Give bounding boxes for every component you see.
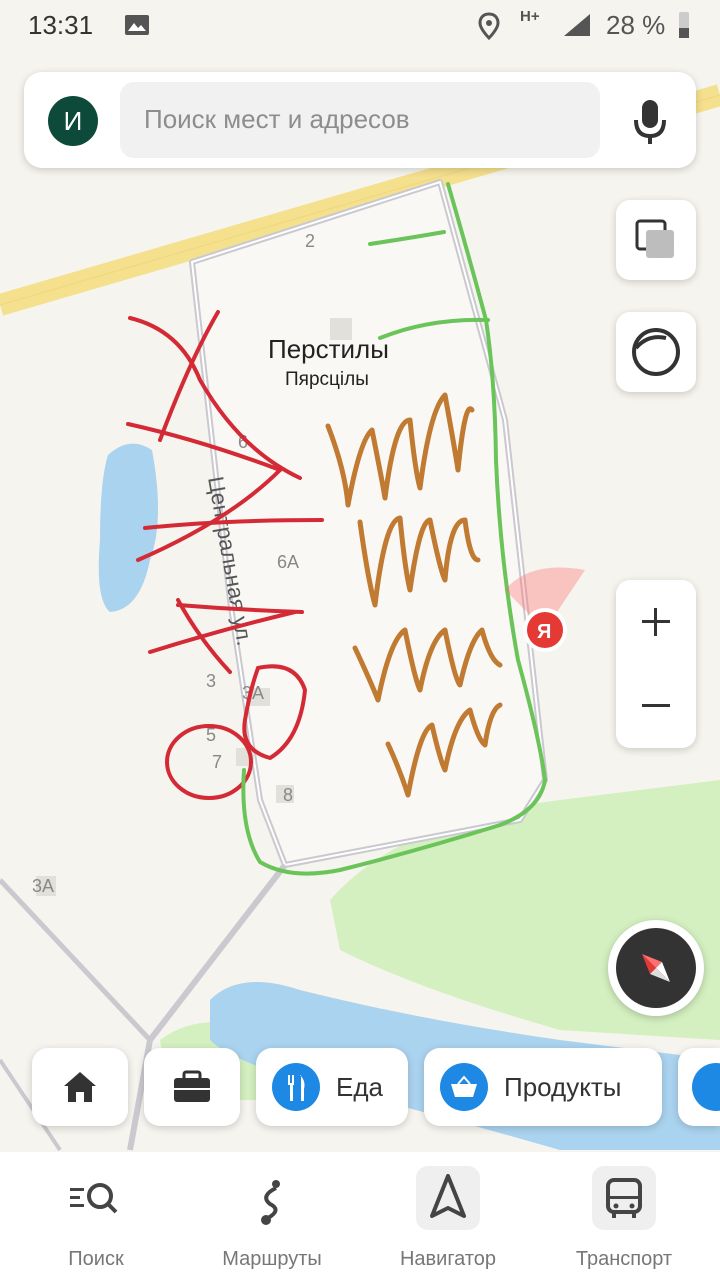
house-number: 3А (32, 876, 54, 896)
battery-percent: 28 % (606, 10, 666, 40)
gallery-icon (125, 15, 149, 35)
routes-icon (261, 1180, 280, 1225)
place-name: Перстилы (268, 334, 389, 364)
nav-search[interactable]: Поиск (6, 1152, 186, 1280)
nav-navigator-label: Навигатор (399, 1248, 497, 1270)
minus-icon (642, 704, 670, 707)
search-list-icon (70, 1183, 118, 1214)
network-type-icon: H+ (520, 8, 540, 25)
location-icon (478, 12, 500, 40)
layers-icon (635, 219, 674, 258)
groceries-chip-label: Продукты (504, 1072, 622, 1102)
alice-assistant-button[interactable] (616, 312, 696, 392)
more-chip[interactable] (678, 1048, 720, 1126)
zoom-in-button[interactable] (616, 580, 696, 664)
basket-icon (440, 1063, 488, 1111)
nav-transport[interactable]: Транспорт (534, 1152, 714, 1280)
home-chip[interactable] (32, 1048, 128, 1126)
search-placeholder: Поиск мест и адресов (144, 104, 410, 134)
compass-button[interactable] (608, 920, 704, 1016)
work-chip[interactable] (144, 1048, 240, 1126)
alice-icon (632, 328, 680, 376)
zoom-out-button[interactable] (616, 664, 696, 748)
nav-search-label: Поиск (68, 1248, 124, 1270)
house-number: 6А (277, 552, 299, 572)
bottom-navigation: Поиск Маршруты Навигатор Транспорт (0, 1152, 720, 1280)
house-number: 3 (206, 671, 216, 691)
food-chip-label: Еда (336, 1072, 383, 1102)
zoom-controls (616, 580, 696, 748)
user-avatar[interactable]: И (48, 96, 98, 146)
bus-icon (592, 1166, 656, 1230)
search-input[interactable]: Поиск мест и адресов (120, 82, 600, 158)
briefcase-icon (174, 1070, 210, 1102)
battery-icon (679, 12, 689, 38)
nav-transport-label: Транспорт (575, 1248, 673, 1270)
house-number: 8 (283, 785, 293, 805)
groceries-chip[interactable]: Продукты (424, 1048, 662, 1126)
signal-icon (564, 14, 590, 36)
place-name-secondary: Пярсцiлы (285, 369, 369, 390)
search-bar: И Поиск мест и адресов (24, 72, 696, 168)
home-icon (64, 1072, 96, 1102)
nav-routes[interactable]: Маршруты (182, 1152, 362, 1280)
layers-button[interactable] (616, 200, 696, 280)
status-time: 13:31 (28, 10, 94, 40)
nav-navigator[interactable]: Навигатор (358, 1152, 538, 1280)
nav-routes-label: Маршруты (222, 1248, 322, 1270)
plus-icon (642, 608, 670, 636)
house-number: 2 (305, 231, 315, 251)
house-number: 7 (212, 752, 222, 772)
navigator-arrow-icon (416, 1166, 480, 1230)
food-icon (272, 1063, 320, 1111)
food-chip[interactable]: Еда (256, 1048, 408, 1126)
mic-icon[interactable] (630, 98, 670, 146)
compass-icon (642, 954, 670, 982)
fuel-icon (692, 1063, 720, 1111)
location-marker-label: Я (537, 621, 551, 643)
status-bar: 13:31 H+ 28 % (0, 0, 720, 52)
